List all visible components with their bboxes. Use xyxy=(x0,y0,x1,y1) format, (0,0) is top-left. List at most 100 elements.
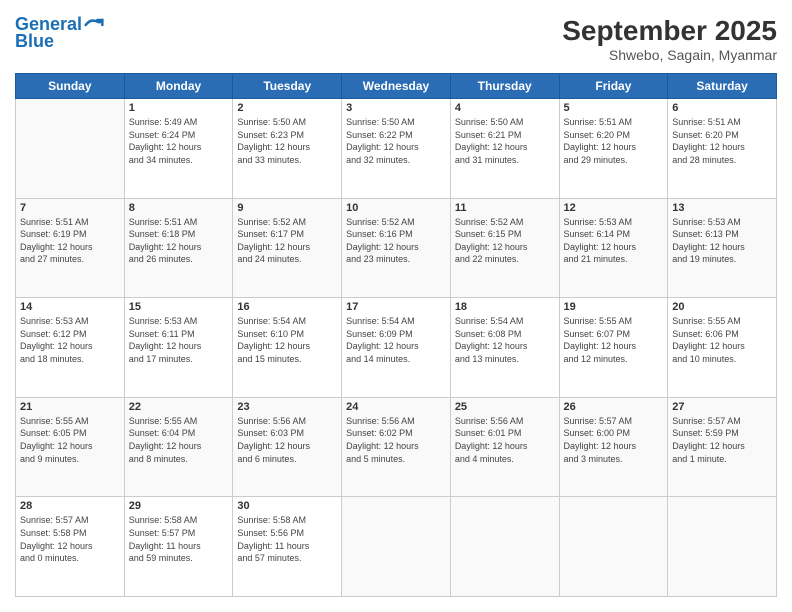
day-number: 5 xyxy=(564,102,664,114)
day-number: 30 xyxy=(237,500,337,512)
table-cell: 8 Sunrise: 5:51 AMSunset: 6:18 PMDaylight… xyxy=(124,198,233,298)
logo-icon xyxy=(84,15,104,35)
table-cell: 3 Sunrise: 5:50 AMSunset: 6:22 PMDaylight… xyxy=(342,99,451,199)
col-tuesday: Tuesday xyxy=(233,74,342,99)
day-number: 15 xyxy=(129,301,229,313)
table-cell: 2 Sunrise: 5:50 AMSunset: 6:23 PMDaylight… xyxy=(233,99,342,199)
day-number: 26 xyxy=(564,401,664,413)
calendar-week-row: 1 Sunrise: 5:49 AMSunset: 6:24 PMDaylight… xyxy=(16,99,777,199)
calendar-week-row: 7Sunrise: 5:51 AMSunset: 6:19 PMDaylight… xyxy=(16,198,777,298)
table-cell: 5Sunrise: 5:51 AMSunset: 6:20 PMDaylight… xyxy=(559,99,668,199)
day-info: Sunrise: 5:50 AMSunset: 6:23 PMDaylight:… xyxy=(237,116,337,166)
day-info: Sunrise: 5:53 AMSunset: 6:14 PMDaylight:… xyxy=(564,216,664,266)
calendar-week-row: 14 Sunrise: 5:53 AMSunset: 6:12 PMDayligh… xyxy=(16,298,777,398)
day-info: Sunrise: 5:49 AMSunset: 6:24 PMDaylight:… xyxy=(129,116,229,166)
table-cell xyxy=(668,497,777,597)
day-number: 10 xyxy=(346,202,446,214)
day-number: 29 xyxy=(129,500,229,512)
day-info: Sunrise: 5:54 AMSunset: 6:09 PMDaylight:… xyxy=(346,315,446,365)
day-number: 17 xyxy=(346,301,446,313)
day-number: 13 xyxy=(672,202,772,214)
table-cell: 14 Sunrise: 5:53 AMSunset: 6:12 PMDayligh… xyxy=(16,298,125,398)
day-info: Sunrise: 5:51 AMSunset: 6:18 PMDaylight:… xyxy=(129,216,229,266)
table-cell: 13Sunrise: 5:53 AMSunset: 6:13 PMDayligh… xyxy=(668,198,777,298)
table-cell: 23Sunrise: 5:56 AMSunset: 6:03 PMDayligh… xyxy=(233,397,342,497)
day-number: 8 xyxy=(129,202,229,214)
day-info: Sunrise: 5:56 AMSunset: 6:01 PMDaylight:… xyxy=(455,415,555,465)
day-number: 18 xyxy=(455,301,555,313)
table-cell: 9 Sunrise: 5:52 AMSunset: 6:17 PMDaylight… xyxy=(233,198,342,298)
table-cell xyxy=(450,497,559,597)
day-info: Sunrise: 5:52 AMSunset: 6:16 PMDaylight:… xyxy=(346,216,446,266)
day-number: 12 xyxy=(564,202,664,214)
day-number: 6 xyxy=(672,102,772,114)
day-number: 3 xyxy=(346,102,446,114)
table-cell: 10 Sunrise: 5:52 AMSunset: 6:16 PMDayligh… xyxy=(342,198,451,298)
title-section: September 2025 Shwebo, Sagain, Myanmar xyxy=(562,15,777,63)
day-number: 2 xyxy=(237,102,337,114)
day-number: 19 xyxy=(564,301,664,313)
month-title: September 2025 xyxy=(562,15,777,47)
table-cell: 27 Sunrise: 5:57 AMSunset: 5:59 PMDayligh… xyxy=(668,397,777,497)
day-number: 11 xyxy=(455,202,555,214)
day-info: Sunrise: 5:57 AMSunset: 5:58 PMDaylight:… xyxy=(20,514,120,564)
location-subtitle: Shwebo, Sagain, Myanmar xyxy=(562,47,777,63)
day-info: Sunrise: 5:54 AMSunset: 6:08 PMDaylight:… xyxy=(455,315,555,365)
day-info: Sunrise: 5:53 AMSunset: 6:12 PMDaylight:… xyxy=(20,315,120,365)
day-info: Sunrise: 5:52 AMSunset: 6:15 PMDaylight:… xyxy=(455,216,555,266)
day-number: 22 xyxy=(129,401,229,413)
day-info: Sunrise: 5:55 AMSunset: 6:06 PMDaylight:… xyxy=(672,315,772,365)
table-cell: 16 Sunrise: 5:54 AMSunset: 6:10 PMDayligh… xyxy=(233,298,342,398)
table-cell: 29 Sunrise: 5:58 AMSunset: 5:57 PMDayligh… xyxy=(124,497,233,597)
day-number: 1 xyxy=(129,102,229,114)
day-number: 20 xyxy=(672,301,772,313)
day-info: Sunrise: 5:52 AMSunset: 6:17 PMDaylight:… xyxy=(237,216,337,266)
day-number: 28 xyxy=(20,500,120,512)
day-number: 9 xyxy=(237,202,337,214)
table-cell xyxy=(342,497,451,597)
logo: General Blue xyxy=(15,15,104,52)
day-info: Sunrise: 5:57 AMSunset: 5:59 PMDaylight:… xyxy=(672,415,772,465)
col-monday: Monday xyxy=(124,74,233,99)
day-number: 24 xyxy=(346,401,446,413)
table-cell: 21Sunrise: 5:55 AMSunset: 6:05 PMDayligh… xyxy=(16,397,125,497)
day-info: Sunrise: 5:51 AMSunset: 6:20 PMDaylight:… xyxy=(672,116,772,166)
page: General Blue September 2025 Shwebo, Saga… xyxy=(0,0,792,612)
header: General Blue September 2025 Shwebo, Saga… xyxy=(15,15,777,63)
table-cell: 19 Sunrise: 5:55 AMSunset: 6:07 PMDayligh… xyxy=(559,298,668,398)
table-cell: 24Sunrise: 5:56 AMSunset: 6:02 PMDayligh… xyxy=(342,397,451,497)
table-cell: 4Sunrise: 5:50 AMSunset: 6:21 PMDaylight… xyxy=(450,99,559,199)
table-cell: 22 Sunrise: 5:55 AMSunset: 6:04 PMDayligh… xyxy=(124,397,233,497)
day-number: 7 xyxy=(20,202,120,214)
day-info: Sunrise: 5:55 AMSunset: 6:07 PMDaylight:… xyxy=(564,315,664,365)
table-cell xyxy=(16,99,125,199)
table-cell: 7Sunrise: 5:51 AMSunset: 6:19 PMDaylight… xyxy=(16,198,125,298)
table-cell: 30 Sunrise: 5:58 AMSunset: 5:56 PMDayligh… xyxy=(233,497,342,597)
day-info: Sunrise: 5:50 AMSunset: 6:21 PMDaylight:… xyxy=(455,116,555,166)
day-info: Sunrise: 5:55 AMSunset: 6:05 PMDaylight:… xyxy=(20,415,120,465)
table-cell: 28 Sunrise: 5:57 AMSunset: 5:58 PMDayligh… xyxy=(16,497,125,597)
table-cell: 11 Sunrise: 5:52 AMSunset: 6:15 PMDayligh… xyxy=(450,198,559,298)
calendar-week-row: 28 Sunrise: 5:57 AMSunset: 5:58 PMDayligh… xyxy=(16,497,777,597)
day-number: 25 xyxy=(455,401,555,413)
day-number: 16 xyxy=(237,301,337,313)
col-saturday: Saturday xyxy=(668,74,777,99)
table-cell: 26Sunrise: 5:57 AMSunset: 6:00 PMDayligh… xyxy=(559,397,668,497)
day-info: Sunrise: 5:58 AMSunset: 5:57 PMDaylight:… xyxy=(129,514,229,564)
calendar-header-row: Sunday Monday Tuesday Wednesday Thursday… xyxy=(16,74,777,99)
calendar-week-row: 21Sunrise: 5:55 AMSunset: 6:05 PMDayligh… xyxy=(16,397,777,497)
table-cell: 25 Sunrise: 5:56 AMSunset: 6:01 PMDayligh… xyxy=(450,397,559,497)
day-number: 23 xyxy=(237,401,337,413)
table-cell: 15Sunrise: 5:53 AMSunset: 6:11 PMDayligh… xyxy=(124,298,233,398)
calendar-table: Sunday Monday Tuesday Wednesday Thursday… xyxy=(15,73,777,597)
table-cell xyxy=(559,497,668,597)
day-info: Sunrise: 5:58 AMSunset: 5:56 PMDaylight:… xyxy=(237,514,337,564)
day-info: Sunrise: 5:50 AMSunset: 6:22 PMDaylight:… xyxy=(346,116,446,166)
day-number: 14 xyxy=(20,301,120,313)
day-info: Sunrise: 5:54 AMSunset: 6:10 PMDaylight:… xyxy=(237,315,337,365)
col-friday: Friday xyxy=(559,74,668,99)
day-number: 27 xyxy=(672,401,772,413)
table-cell: 12 Sunrise: 5:53 AMSunset: 6:14 PMDayligh… xyxy=(559,198,668,298)
day-info: Sunrise: 5:55 AMSunset: 6:04 PMDaylight:… xyxy=(129,415,229,465)
col-sunday: Sunday xyxy=(16,74,125,99)
